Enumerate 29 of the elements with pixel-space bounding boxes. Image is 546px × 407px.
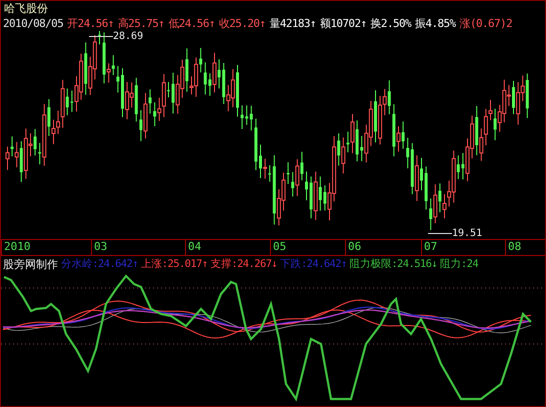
quote-value: 低24.56↑ (168, 16, 215, 30)
time-axis-label: 07 (421, 240, 505, 255)
indicator-value: 阻力极限:24.516↓ (350, 257, 438, 271)
indicator-value: 上涨:25.017↑ (140, 257, 208, 271)
price-label: 19.51 (452, 228, 482, 239)
quote-value: 换2.50% (370, 16, 412, 30)
stock-name: 哈飞股份 (4, 1, 48, 16)
indicator-value: 阻力:24 (440, 257, 478, 271)
time-axis-label: 2010 (1, 240, 91, 255)
quote-value: 振4.85% (415, 16, 456, 30)
time-axis-label: 06 (345, 240, 421, 255)
indicator-value: 支撑:24.267↓ (210, 257, 278, 271)
quote-value: 收25.20↑ (218, 16, 266, 30)
leader-line (428, 233, 452, 234)
time-axis-label: 03 (91, 240, 185, 255)
time-axis-label: 08 (505, 240, 545, 255)
quote-value: 额10702↑ (320, 16, 367, 30)
indicator-title: 股旁网制作 (3, 256, 58, 272)
leader-line (89, 36, 113, 37)
quote-value: 量42183↑ (269, 16, 316, 30)
quote-date: 2010/08/05 (3, 16, 64, 30)
indicator-value: 下跌:24.642↑ (280, 257, 347, 271)
price-label: 28.69 (113, 31, 144, 42)
quote-value: 开24.56↑ (67, 16, 114, 30)
quote-value: 涨(0.67)2 (460, 16, 512, 30)
time-axis-label: 05 (270, 240, 345, 255)
quote-value: 高25.75↑ (118, 16, 164, 30)
indicator-value: 分水岭:24.642↑ (61, 257, 138, 271)
time-axis-label: 04 (185, 240, 270, 255)
